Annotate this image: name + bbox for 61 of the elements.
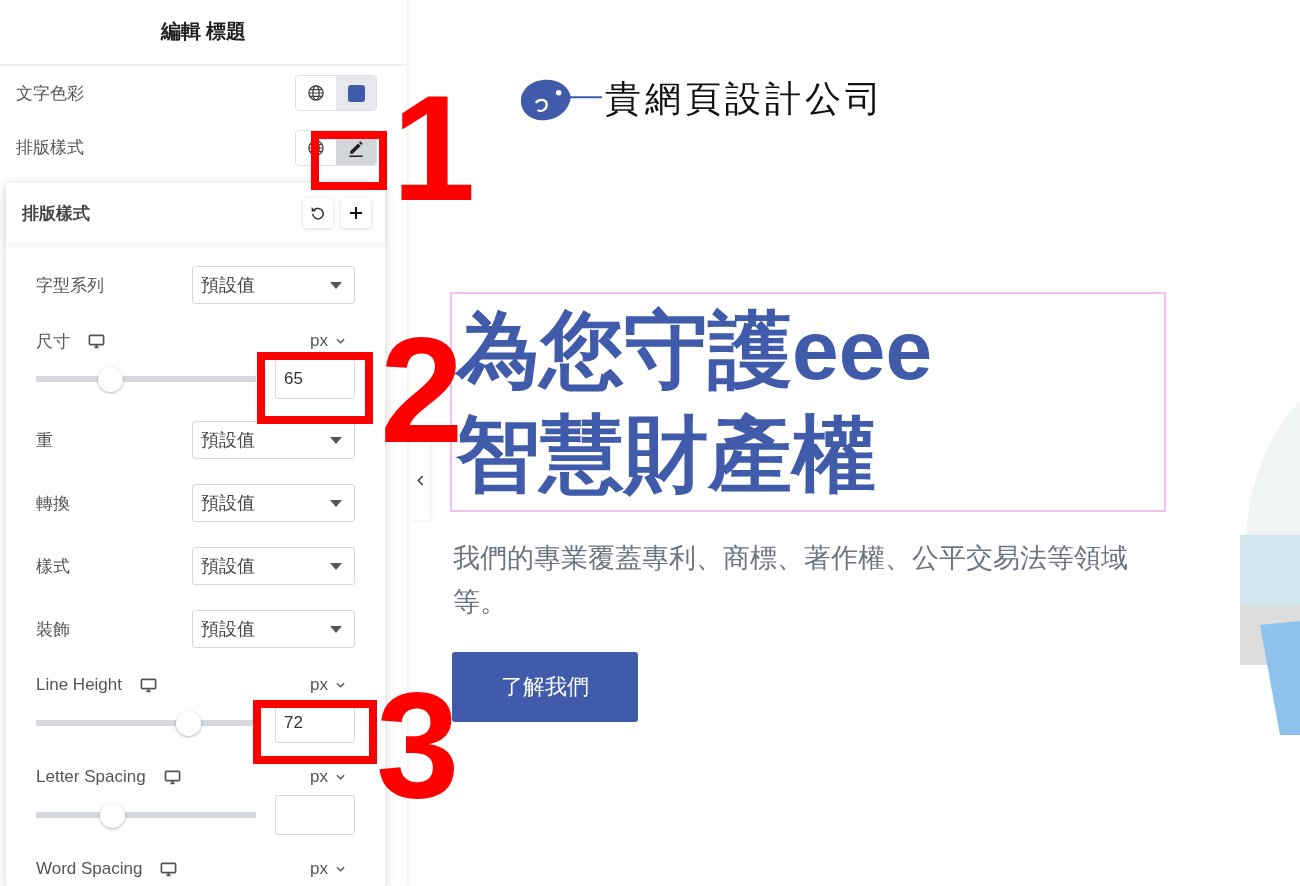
- collapse-tab[interactable]: [410, 440, 430, 520]
- number-field[interactable]: 65: [275, 359, 355, 399]
- slider-thumb[interactable]: [98, 366, 124, 392]
- monitor-icon: [140, 677, 157, 693]
- slider-thumb[interactable]: [176, 710, 202, 736]
- chevron-down-icon: [336, 866, 345, 872]
- panel-title: 編輯 標題: [160, 19, 247, 45]
- reset-button[interactable]: [303, 198, 333, 228]
- select-value: 預設值: [201, 618, 255, 641]
- popover-title: 排版樣式: [22, 202, 90, 225]
- select-field[interactable]: 預設值: [192, 266, 355, 304]
- paragraph-text: 我們的專業覆蓋專利、商標、著作權、公平交易法等領域等。: [453, 542, 1129, 619]
- heading-text: 智慧財產權: [456, 407, 877, 503]
- field-label: Letter Spacing: [36, 767, 146, 787]
- monitor-icon: [88, 333, 105, 349]
- logo-text: 貴網頁設計公司: [605, 77, 885, 121]
- select-field[interactable]: 預設值: [192, 484, 355, 522]
- step-number: 1: [392, 88, 476, 208]
- select-field[interactable]: 預設值: [192, 421, 355, 459]
- select-value: 預設值: [201, 274, 255, 297]
- field-label: 轉換: [36, 492, 70, 515]
- select-value: 預設值: [201, 555, 255, 578]
- add-button[interactable]: [341, 198, 371, 228]
- number-field[interactable]: [275, 795, 355, 835]
- unit-text: px: [310, 767, 328, 787]
- unit-selector[interactable]: px: [310, 675, 355, 695]
- caret-icon: [330, 436, 342, 444]
- select-value: 預設值: [201, 429, 255, 452]
- chevron-down-icon: [336, 774, 345, 780]
- chevron-left-icon: [416, 474, 424, 486]
- monitor-icon: [163, 769, 181, 785]
- caret-icon: [330, 562, 342, 570]
- control-label: 排版樣式: [16, 137, 84, 160]
- field-label: 尺寸: [36, 330, 70, 353]
- unit-text: px: [310, 675, 328, 695]
- monitor-icon: [160, 861, 178, 877]
- field-label: Word Spacing: [36, 859, 143, 879]
- caret-icon: [330, 499, 342, 507]
- slider-thumb[interactable]: [100, 802, 126, 828]
- control-label: 文字色彩: [16, 82, 84, 105]
- unit-selector[interactable]: px: [310, 767, 355, 787]
- about-us-button[interactable]: 了解我們: [452, 652, 638, 722]
- select-value: 預設值: [201, 492, 255, 515]
- unit-text: px: [310, 859, 328, 879]
- unit-selector[interactable]: px: [310, 859, 355, 879]
- field-label: 重: [36, 429, 53, 452]
- field-label: Line Height: [36, 675, 122, 695]
- field-label: 樣式: [36, 555, 70, 578]
- caret-icon: [330, 625, 342, 633]
- globe-icon: [306, 83, 326, 104]
- chevron-down-icon: [336, 338, 345, 344]
- chevron-down-icon: [336, 682, 345, 688]
- select-field[interactable]: 預設值: [192, 610, 355, 648]
- select-field[interactable]: 預設值: [192, 547, 355, 585]
- unit-selector[interactable]: px: [310, 331, 355, 351]
- plus-icon: [347, 204, 365, 222]
- unit-text: px: [310, 331, 328, 351]
- field-label: 字型系列: [36, 274, 104, 297]
- caret-icon: [330, 281, 342, 289]
- color-button[interactable]: [336, 76, 376, 111]
- field-label: 裝飾: [36, 618, 70, 641]
